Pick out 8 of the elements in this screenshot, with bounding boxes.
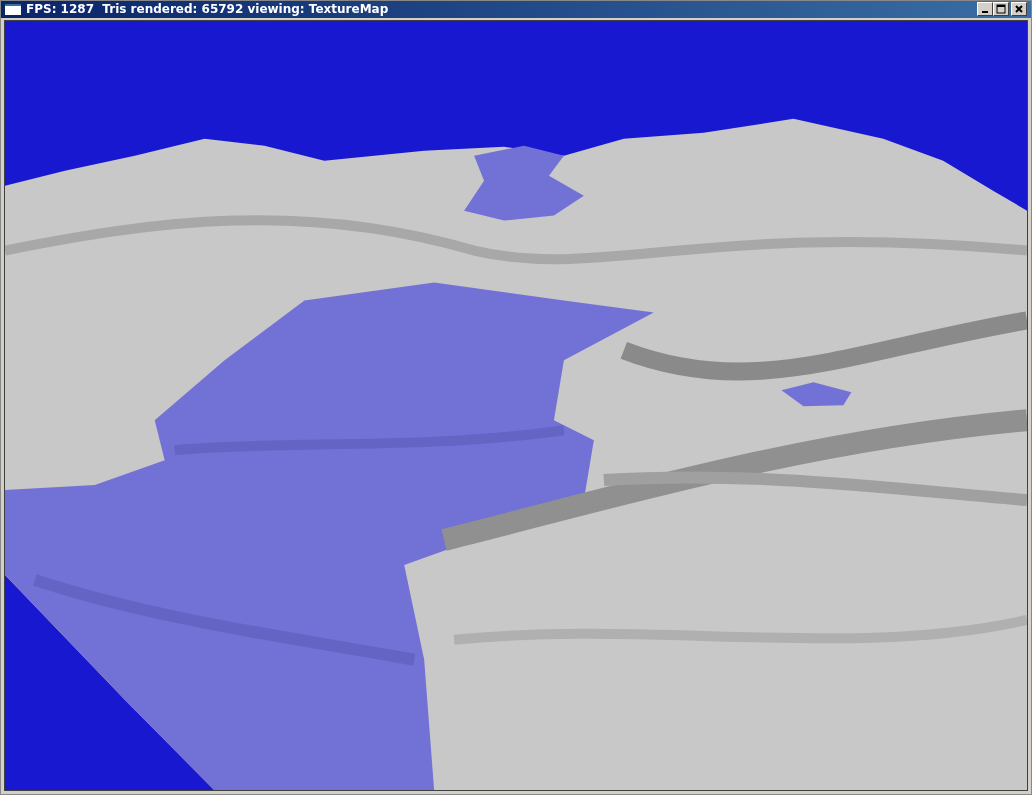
close-button[interactable] [1011,2,1027,17]
minimize-icon [982,11,988,14]
close-icon [1014,4,1024,15]
window-icon [5,3,21,15]
window-title: FPS: 1287 Tris rendered: 65792 viewing: TextureMap [26,2,390,17]
minimize-button[interactable] [977,2,993,17]
maximize-icon [996,4,1006,15]
maximize-button[interactable] [993,2,1009,17]
